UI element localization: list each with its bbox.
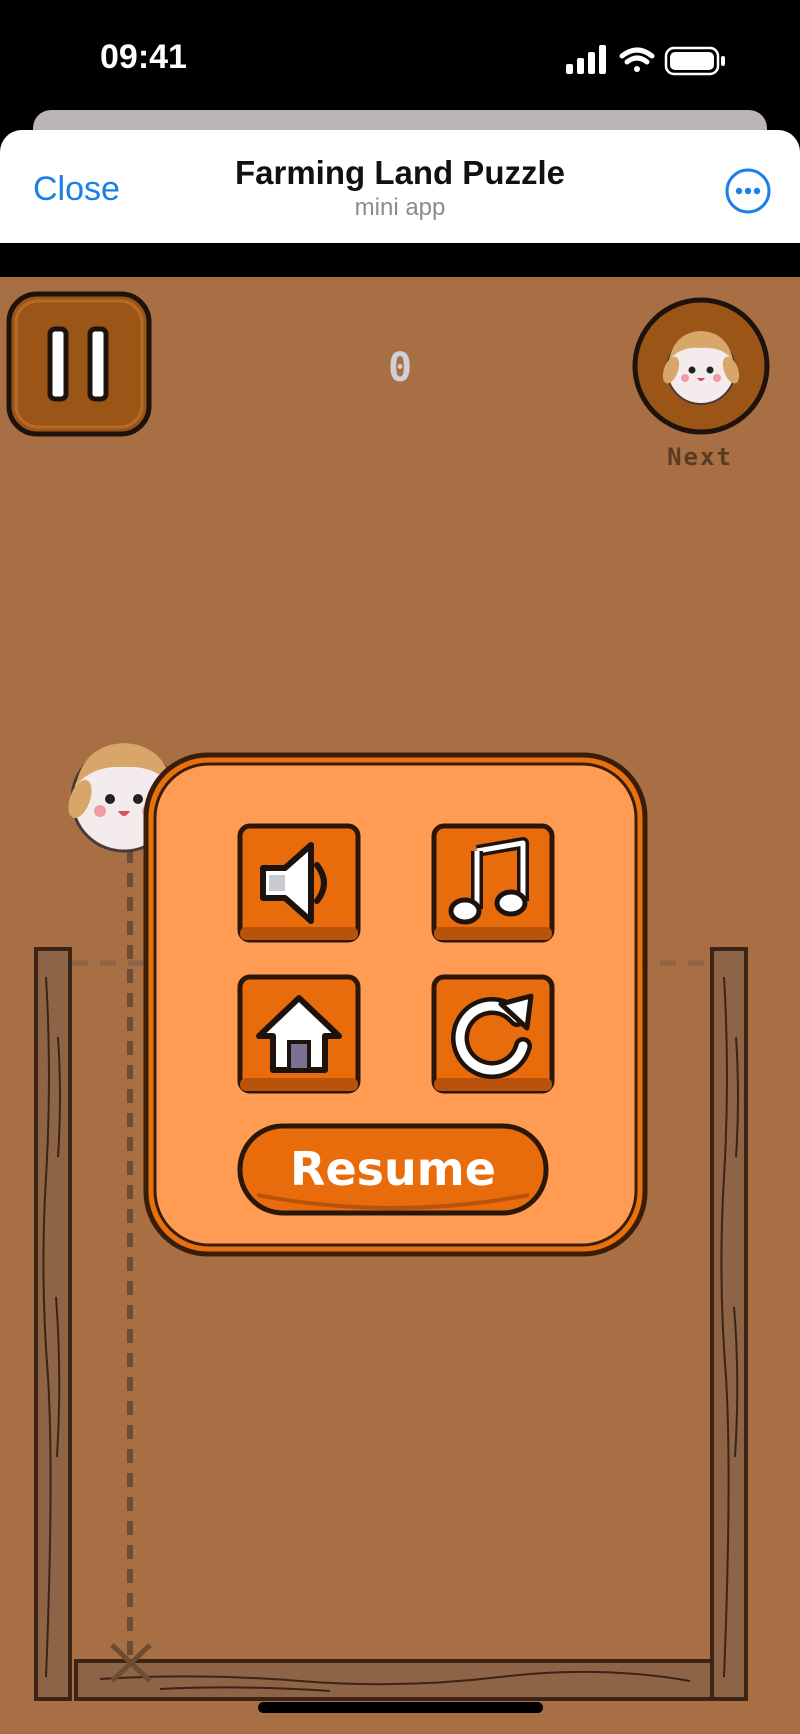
app-title: Farming Land Puzzle	[234, 154, 566, 191]
left-wall	[34, 947, 72, 1701]
resume-button[interactable]: Resume	[237, 1123, 549, 1216]
sound-toggle-button[interactable]	[237, 823, 361, 943]
next-label: Next	[667, 443, 733, 471]
app-subtitle: mini app	[354, 194, 446, 221]
floor	[74, 1659, 714, 1701]
restart-button[interactable]	[431, 974, 555, 1094]
signal-icon	[566, 45, 606, 74]
home-indicator	[258, 1702, 543, 1713]
home-button[interactable]	[237, 974, 361, 1094]
mini-app-header: Close Farming Land Puzzle mini app	[0, 130, 800, 243]
more-dots-icon	[725, 168, 771, 214]
next-piece-preview	[632, 297, 770, 435]
battery-icon	[664, 46, 725, 76]
wifi-icon	[619, 47, 655, 72]
more-button[interactable]	[723, 166, 773, 221]
music-toggle-button[interactable]	[431, 823, 555, 943]
status-bar: 09:41	[0, 0, 800, 120]
status-time: 09:41	[100, 38, 187, 76]
status-icons	[562, 42, 732, 83]
right-wall	[710, 947, 748, 1701]
game-area[interactable]: 0 Next Resume	[0, 277, 800, 1734]
resume-label: Resume	[290, 1142, 496, 1196]
